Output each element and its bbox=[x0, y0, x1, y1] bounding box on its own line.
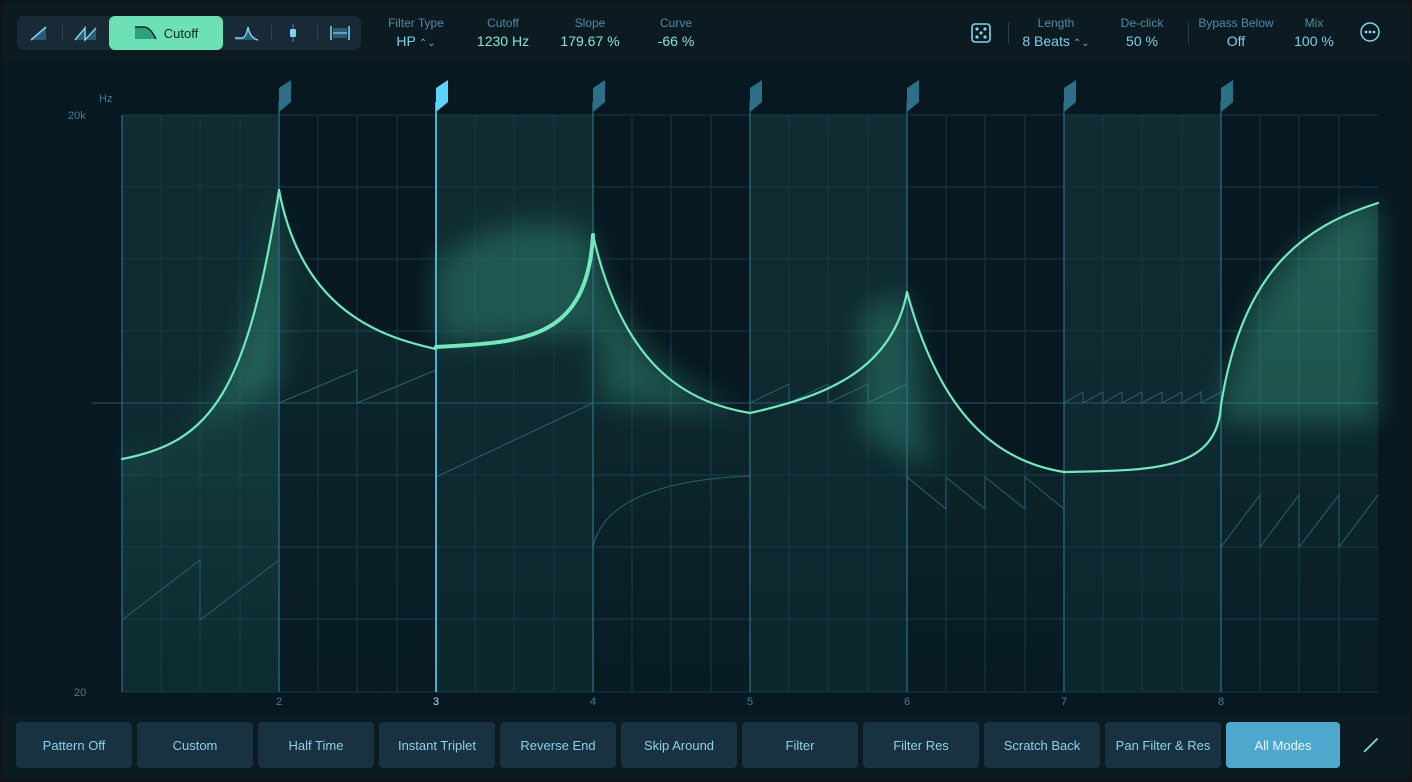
preset-filter-res-button[interactable]: Filter Res bbox=[863, 722, 979, 768]
preset-instant-triplet-button[interactable]: Instant Triplet bbox=[379, 722, 495, 768]
y-axis-unit: Hz bbox=[99, 93, 112, 105]
preset-pan-filter-res-button[interactable]: Pan Filter & Res bbox=[1105, 722, 1221, 768]
edit-button[interactable] bbox=[1362, 736, 1380, 759]
beat-label: 7 bbox=[1061, 696, 1067, 708]
beat-label: 6 bbox=[904, 696, 910, 708]
app-window: Cutoff Filter Type HP ⌃⌄ Cutoff 1230 Hz S… bbox=[2, 2, 1410, 780]
beat-label: 8 bbox=[1218, 696, 1224, 708]
preset-scratch-back-button[interactable]: Scratch Back bbox=[984, 722, 1100, 768]
preset-reverse-end-button[interactable]: Reverse End bbox=[500, 722, 616, 768]
preset-filter-button[interactable]: Filter bbox=[742, 722, 858, 768]
preset-pattern-off-button[interactable]: Pattern Off bbox=[16, 722, 132, 768]
beat-label: 2 bbox=[276, 696, 282, 708]
beat-label: 5 bbox=[747, 696, 753, 708]
beat-label: 4 bbox=[590, 696, 596, 708]
y-axis-min-label: 20 bbox=[74, 687, 86, 699]
y-axis-max-label: 20k bbox=[68, 110, 86, 122]
pattern-graph[interactable]: Hz 20k 20 2 3 4 5 6 7 8 bbox=[2, 2, 1410, 714]
beat-label-selected: 3 bbox=[433, 696, 439, 708]
preset-half-time-button[interactable]: Half Time bbox=[258, 722, 374, 768]
preset-skip-around-button[interactable]: Skip Around bbox=[621, 722, 737, 768]
pencil-icon bbox=[1363, 738, 1378, 753]
preset-all-modes-button[interactable]: All Modes bbox=[1226, 722, 1340, 768]
preset-bar: Pattern Off Custom Half Time Instant Tri… bbox=[2, 714, 1410, 780]
preset-custom-button[interactable]: Custom bbox=[137, 722, 253, 768]
